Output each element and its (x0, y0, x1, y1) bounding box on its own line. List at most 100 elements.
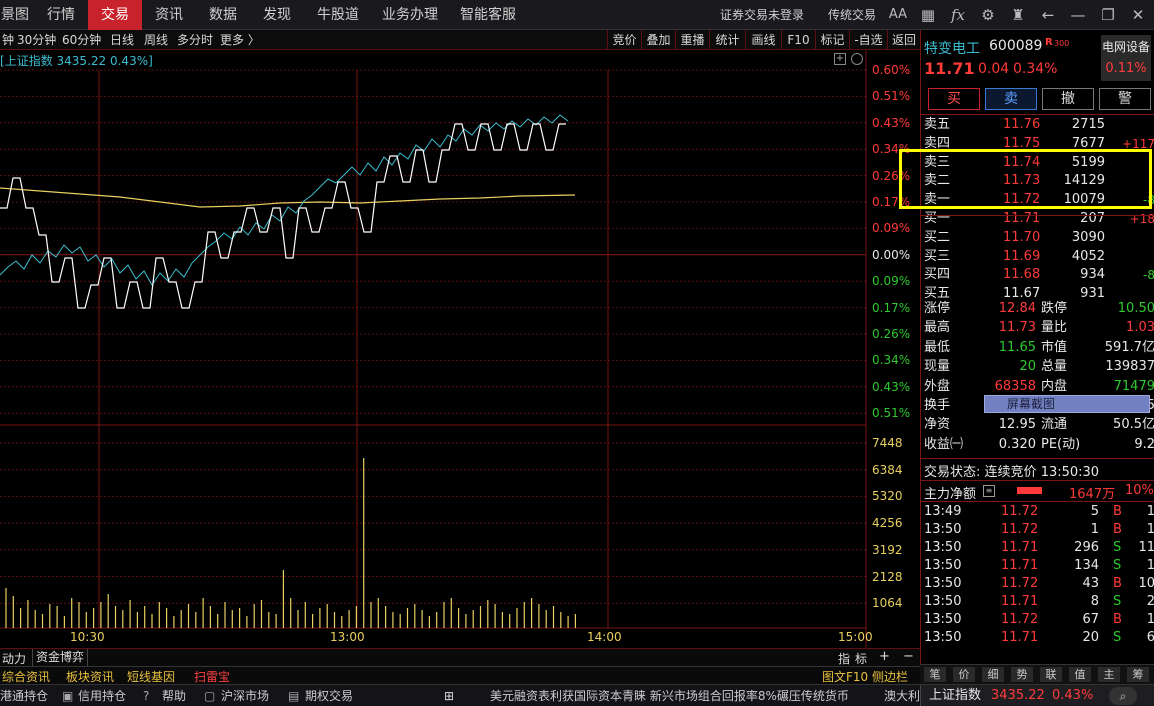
bid-row[interactable]: 买四 11.68 934 -8 (921, 266, 1154, 284)
trade-status-time: 13:50:30 (1040, 465, 1100, 480)
close-icon[interactable]: ✕ (1128, 5, 1148, 25)
sector-box[interactable]: 电网设备 0.11% (1101, 35, 1151, 81)
tb-replay[interactable]: 重播 (675, 30, 709, 50)
nav-item-niugudao[interactable]: 牛股道 (306, 0, 370, 30)
tab-fund-game[interactable]: 资金博弈 (32, 649, 89, 666)
cancel-order-button[interactable]: 撤 (1042, 88, 1094, 110)
bid-row[interactable]: 买一 11.71 207 +18 (921, 210, 1154, 228)
font-size-icon[interactable]: AA (888, 5, 908, 25)
right-tab[interactable]: 联 (1040, 667, 1062, 682)
tab-minesweeper[interactable]: 扫雷宝 (194, 668, 230, 685)
main-flow-pct: 10% (1125, 483, 1154, 498)
nav-item-quotes[interactable]: 行情 (38, 0, 84, 30)
status-options-trading[interactable]: 期权交易 (305, 685, 353, 706)
intraday-chart[interactable]: [上证指数 3435.22 0.43%] + 0.60% 0.51% 0.43% 0.… (0, 50, 920, 648)
tick-row: 13:50 11.71 296 S 11 (921, 539, 1154, 557)
right-tab[interactable]: 细 (982, 667, 1004, 682)
tab-sidebar[interactable]: 侧边栏 (872, 668, 908, 685)
period-60min[interactable]: 60分钟 (62, 30, 101, 50)
tb-watchlist[interactable]: -自选 (849, 30, 887, 50)
bid-row[interactable]: 买三 11.69 4052 (921, 248, 1154, 266)
volume-axis-label: 6384 (872, 462, 903, 477)
add-ticker-icon[interactable]: ⊞ (442, 685, 456, 706)
ask-row[interactable]: 卖五 11.76 2715 (921, 116, 1154, 134)
period-30min[interactable]: 30分钟 (17, 30, 56, 50)
tb-mark[interactable]: 标记 (815, 30, 849, 50)
more-periods[interactable]: 更多 〉 (220, 30, 260, 50)
nav-item-panorama[interactable]: 景图 (0, 0, 30, 30)
level-change: -8 (1143, 268, 1154, 283)
tab-power[interactable]: 动力 (2, 650, 26, 667)
level-volume: 207 (1080, 211, 1105, 226)
tab-sector-news[interactable]: 板块资讯 (66, 668, 114, 685)
nav-item-news[interactable]: 资讯 (142, 0, 196, 30)
right-tab[interactable]: 笔 (924, 667, 946, 682)
list-icon[interactable]: ≡ (983, 485, 995, 497)
index-quote-box[interactable]: 上证指数 3435.22 0.43% ⌕ (920, 685, 1154, 706)
right-tab[interactable]: 价 (953, 667, 975, 682)
status-credit-holdings[interactable]: 信用持仓 (78, 685, 126, 706)
tab-f10-graphic[interactable]: 图文F10 (822, 668, 868, 685)
tb-draw-line[interactable]: 画线 (745, 30, 781, 50)
status-sh-sz-market[interactable]: 沪深市场 (221, 685, 269, 706)
stock-name[interactable]: 特变电工 (924, 38, 980, 58)
alert-button[interactable]: 警 (1099, 88, 1151, 110)
price-axis-label: 0.43% (872, 379, 911, 394)
tb-f10[interactable]: F10 (781, 30, 815, 50)
tb-auction[interactable]: 竞价 (607, 30, 641, 50)
status-help[interactable]: 帮助 (162, 685, 186, 706)
level-label: 买四 (924, 267, 951, 283)
search-icon[interactable]: ⌕ (1109, 687, 1137, 705)
level-label: 卖五 (924, 117, 951, 132)
stock-tag: R (1045, 37, 1053, 48)
tab-short-gene[interactable]: 短线基因 (127, 668, 175, 685)
tab-general-news[interactable]: 综合资讯 (2, 668, 50, 685)
right-tab[interactable]: 筹 (1127, 667, 1149, 682)
period-weekly[interactable]: 周线 (144, 30, 168, 50)
nav-item-trade[interactable]: 交易 (88, 0, 142, 30)
tick-row: 13:50 11.71 8 S 2 (921, 593, 1154, 611)
back-arrow-icon[interactable]: ← (1038, 5, 1058, 25)
trade-mode[interactable]: 传统交易 (828, 0, 876, 30)
highlight-box (899, 149, 1152, 209)
buy-button[interactable]: 买 (928, 88, 980, 110)
sell-button[interactable]: 卖 (985, 88, 1037, 110)
nav-item-data[interactable]: 数据 (196, 0, 250, 30)
price-axis-label: 0.17% (872, 300, 911, 315)
main-flow-bar (1017, 487, 1042, 494)
tb-overlay[interactable]: 叠加 (641, 30, 675, 50)
tick-side: S (1113, 630, 1122, 645)
trade-status: 交易状态: 连续竞价 13:50:30 (924, 461, 1099, 480)
stat-value: 71479 (1113, 378, 1154, 394)
gear-icon[interactable]: ⚙ (978, 5, 998, 25)
tick-price: 11.72 (1001, 522, 1039, 537)
status-hk-holdings[interactable]: 港通持仓 (0, 685, 48, 706)
remove-indicator-button[interactable]: − (903, 649, 914, 664)
news-ticker[interactable]: 美元融资表利获国际资本青睐 新兴市场组合回报率8%碾压传统货币 (490, 685, 858, 706)
ticker-right-name[interactable]: 澳大利 (884, 685, 920, 706)
tab-indicator-2[interactable]: 标 (855, 650, 867, 667)
right-tab[interactable]: 主 (1098, 667, 1120, 682)
period-daily[interactable]: 日线 (110, 30, 134, 50)
multi-intraday[interactable]: 多分时 (177, 30, 213, 50)
formula-icon[interactable]: fx (948, 5, 968, 25)
skin-icon[interactable]: ♜ (1008, 5, 1028, 25)
right-tab[interactable]: 值 (1069, 667, 1091, 682)
tab-indicator-1[interactable]: 指 (838, 650, 850, 667)
nav-item-discover[interactable]: 发现 (250, 0, 304, 30)
bid-row[interactable]: 买二 11.70 3090 (921, 229, 1154, 247)
add-indicator-button[interactable]: + (879, 649, 890, 664)
login-status[interactable]: 证券交易未登录 (720, 0, 804, 30)
tb-statistics[interactable]: 统计 (709, 30, 745, 50)
tb-back[interactable]: 返回 (887, 30, 920, 50)
stat-label: 跌停 (1041, 301, 1068, 316)
stat-label: PE(动) (1041, 436, 1081, 452)
right-tab[interactable]: 势 (1011, 667, 1033, 682)
minimize-icon[interactable]: — (1068, 5, 1088, 25)
nav-item-business[interactable]: 业务办理 (372, 0, 448, 30)
layout-icon[interactable]: ▦ (918, 5, 938, 25)
period-min[interactable]: 钟 (2, 30, 14, 50)
restore-icon[interactable]: ❐ (1098, 5, 1118, 25)
nav-item-support[interactable]: 智能客服 (450, 0, 526, 30)
tick-price: 11.72 (1001, 612, 1039, 627)
